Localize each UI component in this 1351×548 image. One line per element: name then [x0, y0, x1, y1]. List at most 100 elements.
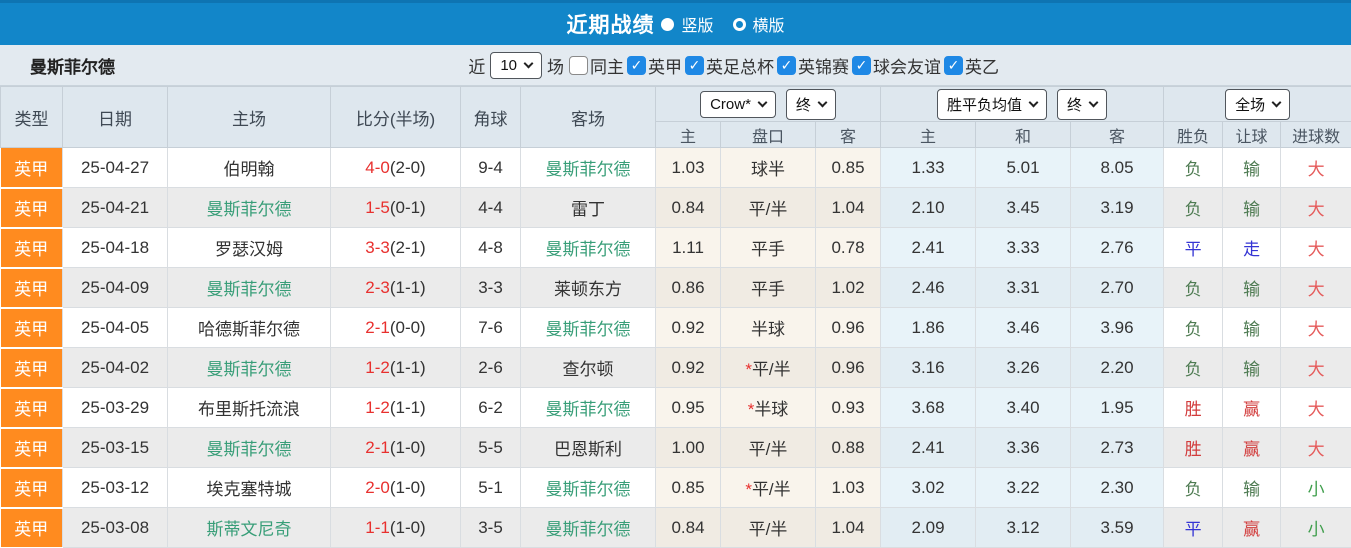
- scope-select[interactable]: 全场: [1225, 88, 1291, 120]
- odds-company-select[interactable]: Crow*: [700, 90, 776, 118]
- checkbox-checked-icon[interactable]: ✓: [852, 55, 871, 75]
- avg-win-cell: 3.16: [880, 347, 977, 388]
- home-team-cell[interactable]: 哈德斯菲尔德: [167, 307, 331, 348]
- radio-horizontal-layout-label[interactable]: 横版: [753, 12, 785, 36]
- odds-away-cell: 1.04: [814, 507, 882, 548]
- half-time-score: (0-0): [389, 317, 426, 337]
- checkbox-checked-icon[interactable]: ✓: [944, 55, 963, 75]
- checkbox-label: 英锦赛: [798, 57, 849, 77]
- home-team-cell[interactable]: 曼斯菲尔德: [167, 187, 331, 228]
- odds-home-cell: 0.84: [655, 507, 721, 548]
- away-team-cell[interactable]: 雷丁: [520, 187, 656, 228]
- odds-company-value: Crow*: [710, 95, 751, 113]
- odds-away-cell: 0.78: [814, 227, 882, 268]
- date-cell: 25-04-21: [62, 187, 168, 228]
- avg-draw-cell: 3.22: [975, 467, 1072, 508]
- home-team-cell[interactable]: 罗瑟汉姆: [167, 227, 331, 268]
- score-cell: 2-1(1-0): [330, 427, 461, 468]
- checkbox-checked-icon[interactable]: ✓: [777, 55, 796, 75]
- goals-cell: 大: [1280, 347, 1351, 388]
- handicap-cell: 平手: [720, 227, 816, 268]
- odds-group-header: Crow* 终: [654, 86, 882, 122]
- avg-draw-cell: 3.12: [975, 507, 1072, 548]
- date-cell: 25-04-27: [62, 147, 168, 188]
- chevron-down-icon: [1088, 97, 1099, 107]
- filter-checkbox[interactable]: ✓ 英足总杯: [685, 53, 774, 78]
- table-row: 英甲 25-04-21 曼斯菲尔德 1-5(0-1) 4-4 雷丁 0.84 平/半 1.04 2…: [0, 187, 1351, 229]
- home-team-cell[interactable]: 埃克塞特城: [167, 467, 331, 508]
- handicap-cell: 平/半: [720, 187, 816, 228]
- corners-cell: 9-4: [460, 147, 521, 188]
- filter-checkbox[interactable]: ✓ 球会友谊: [852, 53, 941, 78]
- odds-stage-select[interactable]: 终: [785, 88, 836, 120]
- odds-home-cell: 0.85: [655, 467, 721, 508]
- avg-draw-cell: 3.45: [975, 187, 1072, 228]
- date-cell: 25-03-29: [62, 387, 168, 428]
- checkbox-checked-icon[interactable]: ✓: [685, 55, 704, 75]
- filter-checkbox[interactable]: ✓ 英甲: [627, 53, 682, 78]
- corners-cell: 5-5: [460, 427, 521, 468]
- subheader-avg-win: 主: [880, 121, 977, 148]
- home-team-cell[interactable]: 曼斯菲尔德: [167, 427, 331, 468]
- home-team-cell[interactable]: 布里斯托流浪: [167, 387, 331, 428]
- filter-checkbox[interactable]: ✓ 英乙: [944, 53, 999, 78]
- away-team-cell[interactable]: 曼斯菲尔德: [520, 467, 656, 508]
- odds-away-cell: 0.85: [814, 147, 882, 188]
- avg-type-select[interactable]: 胜平负均值: [937, 88, 1048, 120]
- table-row: 英甲 25-04-09 曼斯菲尔德 2-3(1-1) 3-3 莱顿东方 0.86 平手 1.02…: [0, 267, 1351, 309]
- filter-bar: 曼斯菲尔德 近 10 场 同主 ✓ 英甲 ✓ 英足总杯 ✓ 英锦赛 ✓ 球会友谊 ✓ 英乙: [0, 45, 1351, 86]
- radio-vertical-layout-label[interactable]: 竖版: [681, 12, 713, 36]
- full-time-score: 1-2: [365, 397, 390, 417]
- table-row: 英甲 25-04-27 伯明翰 4-0(2-0) 9-4 曼斯菲尔德 1.03 球半 0.85 1…: [0, 147, 1351, 189]
- checkbox-unchecked-icon[interactable]: [569, 55, 588, 75]
- away-team-cell[interactable]: 曼斯菲尔德: [520, 147, 656, 188]
- filter-checkbox[interactable]: ✓ 英锦赛: [777, 53, 849, 78]
- away-team-cell[interactable]: 查尔顿: [520, 347, 656, 388]
- handicap-cell: *平/半: [720, 467, 816, 508]
- half-time-score: (1-1): [389, 357, 426, 377]
- date-cell: 25-03-12: [62, 467, 168, 508]
- subheader-handicap-result: 让球: [1222, 121, 1282, 148]
- score-cell: 1-5(0-1): [330, 187, 461, 228]
- away-team-cell[interactable]: 曼斯菲尔德: [520, 227, 656, 268]
- avg-draw-cell: 3.36: [975, 427, 1072, 468]
- corners-cell: 2-6: [460, 347, 521, 388]
- home-team-cell[interactable]: 曼斯菲尔德: [167, 267, 331, 308]
- handicap-result-cell: 赢: [1222, 387, 1282, 428]
- avg-win-cell: 2.41: [880, 227, 977, 268]
- odds-home-cell: 0.92: [655, 347, 721, 388]
- away-team-cell[interactable]: 曼斯菲尔德: [520, 387, 656, 428]
- away-team-cell[interactable]: 曼斯菲尔德: [520, 507, 656, 548]
- recent-count-select[interactable]: 10: [490, 51, 542, 79]
- table-row: 英甲 25-04-02 曼斯菲尔德 1-2(1-1) 2-6 查尔顿 0.92 *平/半 0.9…: [0, 347, 1351, 389]
- table-row: 英甲 25-03-12 埃克塞特城 2-0(1-0) 5-1 曼斯菲尔德 0.85 *平/半 1…: [0, 467, 1351, 509]
- star-marker: *: [747, 400, 755, 419]
- away-team-cell[interactable]: 曼斯菲尔德: [520, 307, 656, 348]
- radio-vertical-layout-icon[interactable]: [661, 17, 675, 31]
- subheader-odds-away: 客: [814, 121, 882, 148]
- half-time-score: (2-1): [389, 237, 426, 257]
- handicap-cell: 球半: [720, 147, 816, 188]
- results-table: 类型 日期 主场 比分(半场) 角球 客场 Crow* 终 胜平负均值 终 全场…: [0, 86, 1351, 548]
- away-team-cell[interactable]: 莱顿东方: [520, 267, 656, 308]
- full-time-score: 3-3: [365, 237, 390, 257]
- league-cell: 英甲: [0, 227, 63, 269]
- checkbox-checked-icon[interactable]: ✓: [627, 55, 646, 75]
- home-team-cell[interactable]: 斯蒂文尼奇: [167, 507, 331, 548]
- goals-cell: 大: [1280, 187, 1351, 228]
- radio-horizontal-layout-icon[interactable]: [732, 17, 746, 31]
- handicap-result-cell: 输: [1222, 347, 1282, 388]
- filter-checkbox[interactable]: 同主: [569, 53, 624, 78]
- odds-away-cell: 0.88: [814, 427, 882, 468]
- half-time-score: (2-0): [389, 157, 426, 177]
- handicap-result-cell: 输: [1222, 147, 1282, 188]
- star-marker: *: [745, 480, 752, 499]
- home-team-cell[interactable]: 曼斯菲尔德: [167, 347, 331, 388]
- avg-stage-select[interactable]: 终: [1057, 88, 1108, 120]
- full-time-score: 2-1: [365, 437, 390, 457]
- league-cell: 英甲: [0, 387, 63, 429]
- home-team-cell[interactable]: 伯明翰: [167, 147, 331, 188]
- chevron-down-icon: [1028, 97, 1039, 107]
- score-cell: 3-3(2-1): [330, 227, 461, 268]
- away-team-cell[interactable]: 巴恩斯利: [520, 427, 656, 468]
